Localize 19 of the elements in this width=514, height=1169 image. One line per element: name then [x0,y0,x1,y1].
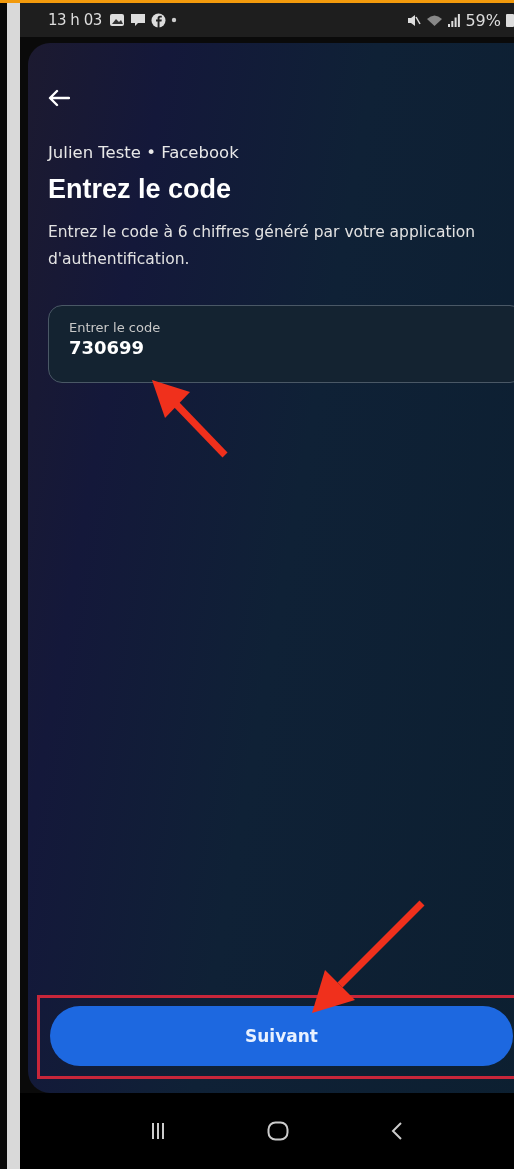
mute-icon [407,13,422,27]
dot-icon [170,17,177,23]
home-icon[interactable] [267,1121,289,1141]
battery-percentage: 59% [465,10,501,30]
page-title: Entrez le code [48,174,233,205]
account-label: Julien Teste • Facebook [48,143,240,162]
signal-icon [448,13,461,27]
image-icon [108,13,125,27]
battery-icon [506,13,514,27]
recent-apps-icon[interactable] [151,1122,165,1140]
chat-icon [129,13,146,27]
instruction-text: Entrez le code à 6 chiffres généré par votre application d'authentification. [48,222,477,270]
back-arrow-icon[interactable] [48,89,70,107]
wifi-icon [426,13,444,27]
status-time: 13 h 03 [48,11,102,29]
next-button[interactable]: Suivant [50,1006,513,1066]
facebook-icon [150,12,166,28]
code-input-field[interactable]: Entrer le code 730699 [48,305,514,383]
back-icon[interactable] [391,1121,403,1141]
